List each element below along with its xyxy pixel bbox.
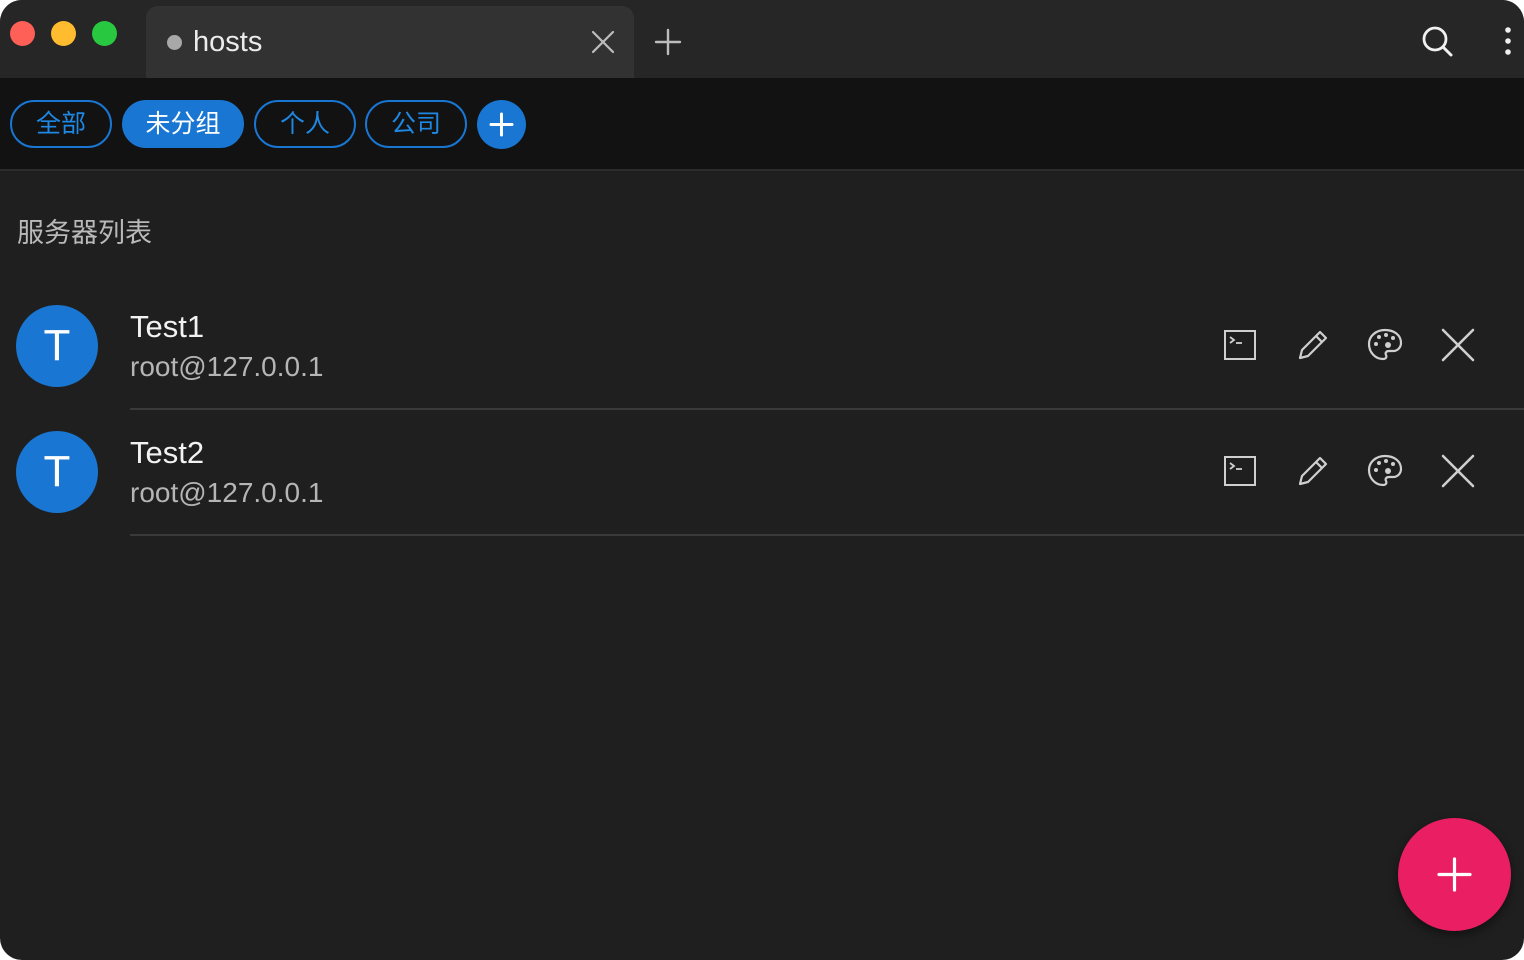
group-filter-bar: 全部 未分组 个人 公司 [0, 78, 1524, 171]
host-name: Test1 [130, 309, 205, 344]
add-group-button[interactable] [477, 100, 526, 149]
add-host-fab-button[interactable] [1398, 818, 1511, 931]
search-icon[interactable] [1420, 24, 1454, 58]
tab-title: hosts [193, 26, 263, 58]
host-address: root@127.0.0.1 [130, 477, 324, 508]
terminal-icon[interactable] [1220, 325, 1260, 365]
delete-icon[interactable] [1438, 451, 1478, 491]
plus-icon [489, 112, 514, 137]
palette-icon[interactable] [1365, 325, 1405, 365]
group-chip-personal[interactable]: 个人 [254, 100, 356, 148]
group-chip-company[interactable]: 公司 [365, 100, 467, 148]
new-tab-plus-icon[interactable] [654, 28, 682, 56]
avatar: T [16, 305, 98, 387]
edit-pencil-icon[interactable] [1293, 325, 1333, 365]
more-vertical-icon[interactable] [1498, 24, 1518, 58]
group-chip-ungrouped[interactable]: 未分组 [122, 100, 244, 148]
edit-pencil-icon[interactable] [1293, 451, 1333, 491]
window-close-button[interactable] [10, 21, 35, 46]
close-icon[interactable] [590, 29, 616, 55]
app-window: hosts 全部 未分组 个人 公司 服务器列表 T Test1 root@12… [0, 0, 1524, 960]
avatar: T [16, 431, 98, 513]
plus-icon [1437, 857, 1472, 892]
host-name: Test2 [130, 435, 205, 470]
host-row-test1[interactable]: T Test1 root@127.0.0.1 [0, 284, 1524, 410]
title-bar: hosts [0, 0, 1524, 78]
window-maximize-button[interactable] [92, 21, 117, 46]
row-divider [130, 534, 1524, 536]
delete-icon[interactable] [1438, 325, 1478, 365]
palette-icon[interactable] [1365, 451, 1405, 491]
host-row-test2[interactable]: T Test2 root@127.0.0.1 [0, 410, 1524, 536]
section-title: 服务器列表 [17, 218, 152, 249]
terminal-icon[interactable] [1220, 451, 1260, 491]
window-minimize-button[interactable] [51, 21, 76, 46]
status-dot-icon [167, 35, 182, 50]
group-chip-all[interactable]: 全部 [10, 100, 112, 148]
tab-hosts[interactable]: hosts [146, 6, 634, 78]
host-address: root@127.0.0.1 [130, 351, 324, 382]
